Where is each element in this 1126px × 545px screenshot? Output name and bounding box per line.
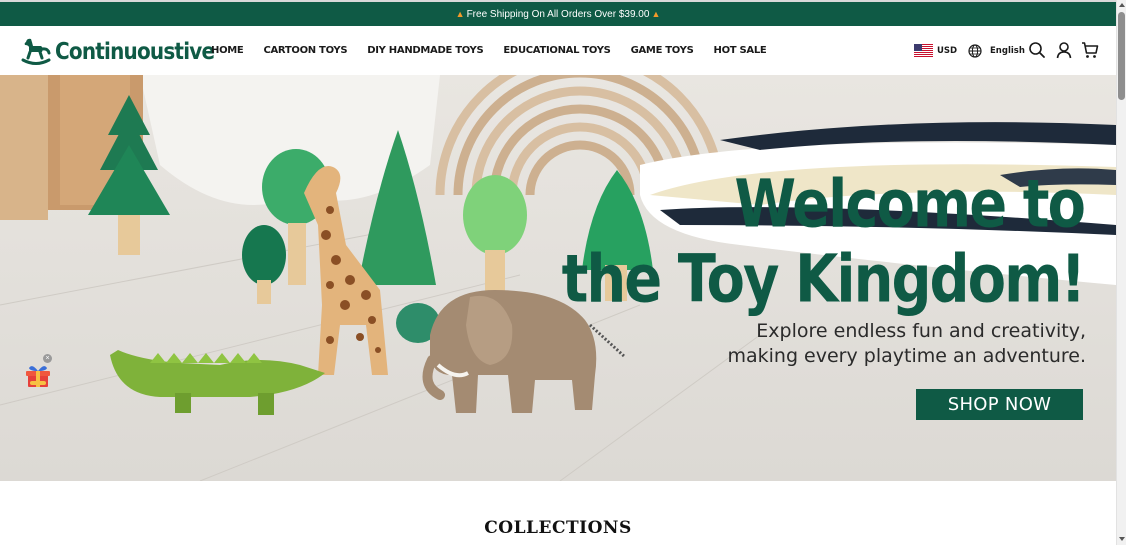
announcement-text: Free Shipping On All Orders Over $39.00 bbox=[466, 8, 650, 20]
hero-banner: Welcome to the Toy Kingdom! Explore endl… bbox=[0, 75, 1116, 481]
us-flag-icon bbox=[914, 44, 933, 57]
cart-icon[interactable] bbox=[1081, 41, 1099, 59]
site-header: Continuoustive HOME CARTOON TOYS DIY HAN… bbox=[0, 26, 1116, 75]
shop-now-button[interactable]: SHOP NOW bbox=[916, 389, 1083, 420]
nav-item-home[interactable]: HOME bbox=[211, 45, 244, 56]
scroll-up-arrow-icon[interactable] bbox=[1119, 3, 1125, 7]
rocking-horse-icon bbox=[21, 38, 51, 65]
hero-subtitle-line1: Explore endless fun and creativity, bbox=[756, 320, 1086, 342]
nav-item-diy-handmade-toys[interactable]: DIY HANDMADE TOYS bbox=[367, 45, 483, 56]
logo-link[interactable]: Continuoustive bbox=[20, 35, 215, 67]
announcement-bar: ▲ Free Shipping On All Orders Over $39.0… bbox=[0, 0, 1116, 26]
hero-subtitle-line2: making every playtime an adventure. bbox=[727, 345, 1086, 367]
close-icon[interactable]: × bbox=[43, 354, 52, 363]
scroll-down-arrow-icon[interactable] bbox=[1119, 537, 1125, 541]
nav-item-game-toys[interactable]: GAME TOYS bbox=[631, 45, 694, 56]
nav-item-educational-toys[interactable]: EDUCATIONAL TOYS bbox=[503, 45, 610, 56]
hero-title-line2: the Toy Kingdom! bbox=[561, 241, 1086, 318]
gift-icon[interactable] bbox=[24, 363, 52, 391]
globe-icon bbox=[968, 43, 982, 58]
flame-icon: ▲ bbox=[455, 9, 465, 19]
scrollbar-thumb[interactable] bbox=[1118, 12, 1125, 100]
nav-item-hot-sale[interactable]: HOT SALE bbox=[714, 45, 767, 56]
currency-label: USD bbox=[937, 45, 958, 56]
language-selector[interactable]: English bbox=[968, 26, 1025, 75]
page-scrollbar[interactable] bbox=[1116, 0, 1126, 545]
currency-selector[interactable]: USD bbox=[914, 26, 957, 75]
account-icon[interactable] bbox=[1055, 41, 1073, 59]
page: ▲ Free Shipping On All Orders Over $39.0… bbox=[0, 0, 1116, 545]
hero-title-line1: Welcome to bbox=[734, 166, 1086, 243]
nav-item-cartoon-toys[interactable]: CARTOON TOYS bbox=[263, 45, 347, 56]
main-nav: HOME CARTOON TOYS DIY HANDMADE TOYS EDUC… bbox=[211, 26, 767, 75]
logo-text: Continuoustive bbox=[55, 37, 215, 65]
language-label: English bbox=[990, 45, 1025, 56]
collections-heading: COLLECTIONS bbox=[484, 518, 632, 538]
search-icon[interactable] bbox=[1028, 41, 1046, 59]
flame-icon: ▲ bbox=[651, 9, 661, 19]
